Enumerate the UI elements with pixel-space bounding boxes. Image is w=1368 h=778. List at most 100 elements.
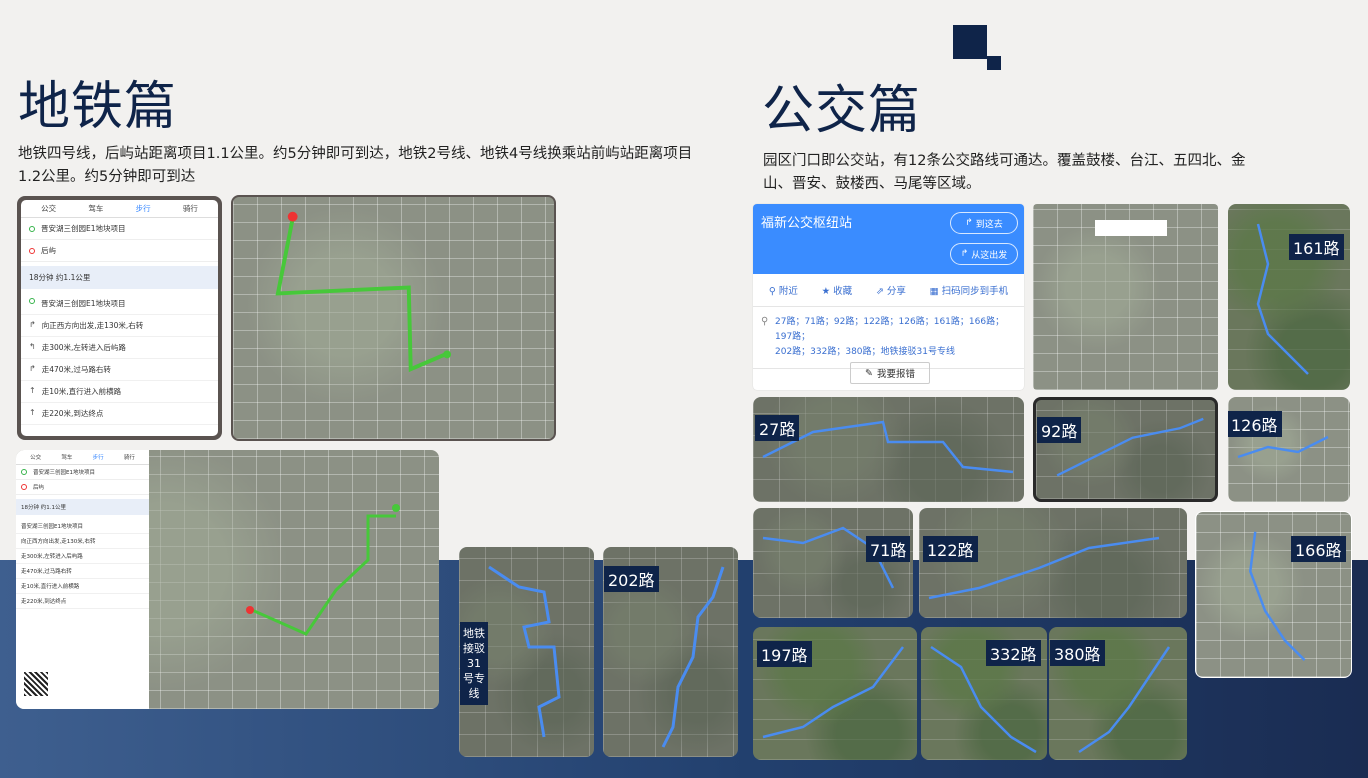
share-icon: ⇗ — [875, 286, 884, 297]
tab-drive[interactable]: 驾车 — [88, 203, 103, 214]
step: ↑ 走10米,直行进入前横路 — [21, 381, 218, 403]
route-202-label: 202路 — [604, 566, 659, 592]
nearby-label: 附近 — [778, 286, 798, 297]
go-here-icon: ↱ — [965, 218, 973, 228]
step: ↑ 走220米,到达终点 — [21, 403, 218, 425]
destination-text: 后屿 — [41, 246, 56, 255]
tab-bus[interactable]: 公交 — [41, 203, 56, 214]
transport-tabs: 公交 驾车 步行 骑行 — [21, 200, 218, 218]
bus-title: 公交篇 — [762, 81, 922, 141]
station-card-header: 福新公交枢纽站 ↱ 到这去 ↱ 从这出发 — [753, 204, 1024, 274]
straight-icon: ↑ — [29, 408, 36, 417]
walking-directions-panel: 公交 驾车 步行 骑行 晋安湖三创园E1地块项目 后屿 18分钟 约1.1公里 … — [17, 196, 222, 440]
favorite-label: 收藏 — [833, 286, 853, 297]
metro-description-line1: 地铁四号线，后屿站距离项目1.1公里。约5分钟即可到达，地铁2号线、地铁4号线换… — [18, 146, 693, 162]
go-here-label: 到这去 — [975, 219, 1003, 230]
route-27-map: 27路 — [753, 397, 1024, 502]
turn-left-icon: ↰ — [29, 342, 36, 351]
route-71-label: 71路 — [866, 536, 911, 562]
location-pin-icon: ⚲ — [768, 286, 776, 297]
step: ↰ 走300米,左转进入后屿路 — [21, 337, 218, 359]
start-from-label: 从这出发 — [971, 250, 1008, 261]
metro-description-line2: 1.2公里。约5分钟即可到达 — [18, 169, 196, 185]
straight-icon: ↑ — [29, 386, 36, 395]
station-name: 福新公交枢纽站 — [761, 216, 853, 231]
start-from-icon: ↱ — [960, 249, 969, 259]
routes-line1[interactable]: 27路；71路；92路；122路；126路；161路；166路；197路； — [775, 315, 1016, 345]
bus-station-card: 福新公交枢纽站 ↱ 到这去 ↱ 从这出发 ⚲ 附近 ★ 收藏 ⇗ 分享 ▦ 扫码同步… — [753, 204, 1024, 390]
favorite-button[interactable]: ★ 收藏 — [822, 283, 853, 297]
route-166-label: 166路 — [1291, 536, 1346, 562]
qr-scan-icon: ▦ — [929, 286, 939, 297]
station-sign — [1095, 220, 1167, 236]
route-380-label: 380路 — [1050, 640, 1105, 666]
station-aerial-image — [1033, 204, 1218, 390]
route-197-label: 197路 — [757, 641, 812, 667]
route-197-map: 197路 — [753, 627, 917, 760]
step-start: 晋安湖三创园E1地块项目 — [21, 293, 218, 315]
step-text: 走10米,直行进入前横路 — [41, 387, 122, 396]
walking-route-svg — [275, 211, 452, 373]
bus-description: 园区门口即公交站，有12条公交路线可通达。覆盖鼓楼、台江、五四北、金 山、晋安、… — [763, 150, 1363, 196]
route-380-map: 380路 — [1049, 627, 1187, 760]
destination-field[interactable]: 后屿 — [21, 240, 218, 262]
step-text: 走300米,左转进入后屿路 — [41, 343, 126, 352]
share-label: 分享 — [886, 286, 906, 297]
station-actions: ⚲ 附近 ★ 收藏 ⇗ 分享 ▦ 扫码同步到手机 — [753, 274, 1024, 307]
bus-description-line2: 山、晋安、鼓楼西、马尾等区域。 — [763, 176, 981, 192]
routes-line2[interactable]: 202路；332路；380路；地铁接驳31号专线 — [775, 345, 1016, 360]
route-202-map: 202路 — [603, 547, 738, 757]
route-summary[interactable]: 18分钟 约1.1公里 — [21, 266, 218, 289]
step-text: 走470米,过马路右转 — [41, 365, 111, 374]
step-text: 晋安湖三创园E1地块项目 — [41, 299, 126, 308]
route-161-map: 161路 — [1228, 204, 1350, 390]
start-from-here-button[interactable]: ↱ 从这出发 — [950, 243, 1018, 265]
step: ↱ 走470米,过马路右转 — [21, 359, 218, 381]
tab-bike[interactable]: 骑行 — [183, 203, 198, 214]
route-126-label: 126路 — [1228, 411, 1282, 437]
route-31-label: 地铁接驳31号专线 — [460, 622, 488, 705]
sync-label: 扫码同步到手机 — [941, 286, 1009, 297]
step-text: 走220米,到达终点 — [41, 409, 104, 418]
step-text: 向正西方向出发,走130米,右转 — [41, 321, 144, 330]
decor-square-small — [987, 56, 1001, 70]
go-here-button[interactable]: ↱ 到这去 — [950, 212, 1018, 234]
decor-square-large — [953, 25, 987, 59]
route-71-map: 71路 — [753, 508, 913, 618]
sync-to-phone-button[interactable]: ▦ 扫码同步到手机 — [930, 283, 1009, 297]
start-dot-icon — [29, 298, 35, 304]
walking-route-map — [231, 195, 556, 441]
report-error-button[interactable]: ✎ 我要报错 — [850, 362, 930, 384]
star-icon: ★ — [821, 286, 831, 297]
origin-text: 晋安湖三创园E1地块项目 — [41, 224, 126, 233]
share-button[interactable]: ⇗ 分享 — [876, 283, 906, 297]
metro-description: 地铁四号线，后屿站距离项目1.1公里。约5分钟即可到达，地铁2号线、地铁4号线换… — [18, 143, 748, 189]
walking-route-map-2: 公交 驾车 步行 骑行 晋安湖三创园E1地块项目 后屿 18分钟 约1.1公里 … — [16, 450, 439, 709]
nearby-button[interactable]: ⚲ 附近 — [769, 283, 798, 297]
end-marker-icon — [443, 350, 452, 359]
start-marker-icon — [287, 211, 298, 222]
report-label: 我要报错 — [876, 369, 915, 380]
route-31-map: 地铁接驳31号专线 — [459, 547, 594, 757]
step: ↱ 向正西方向出发,走130米,右转 — [21, 315, 218, 337]
origin-field[interactable]: 晋安湖三创园E1地块项目 — [21, 218, 218, 240]
turn-right-icon: ↱ — [29, 364, 36, 373]
edit-icon: ✎ — [865, 367, 873, 379]
turn-right-icon: ↱ — [29, 320, 36, 329]
route-92-map: 92路 — [1033, 397, 1218, 502]
station-routes-list: 27路；71路；92路；122路；126路；161路；166路；197路； 20… — [753, 307, 1024, 369]
walking-route-svg-2 — [246, 504, 400, 636]
route-92-label: 92路 — [1037, 417, 1082, 443]
route-126-map: 126路 — [1228, 397, 1350, 502]
route-332-map: 332路 — [921, 627, 1047, 760]
bus-description-line1: 园区门口即公交站，有12条公交路线可通达。覆盖鼓楼、台江、五四北、金 — [763, 153, 1246, 169]
route-27-label: 27路 — [755, 415, 800, 441]
route-332-label: 332路 — [986, 640, 1041, 666]
destination-dot-icon — [29, 247, 35, 254]
metro-title: 地铁篇 — [18, 77, 178, 137]
route-166-map: 166路 — [1195, 511, 1352, 678]
route-122-label: 122路 — [923, 536, 978, 562]
route-122-map: 122路 — [919, 508, 1187, 618]
tab-walk[interactable]: 步行 — [136, 203, 151, 214]
origin-dot-icon — [29, 225, 35, 232]
